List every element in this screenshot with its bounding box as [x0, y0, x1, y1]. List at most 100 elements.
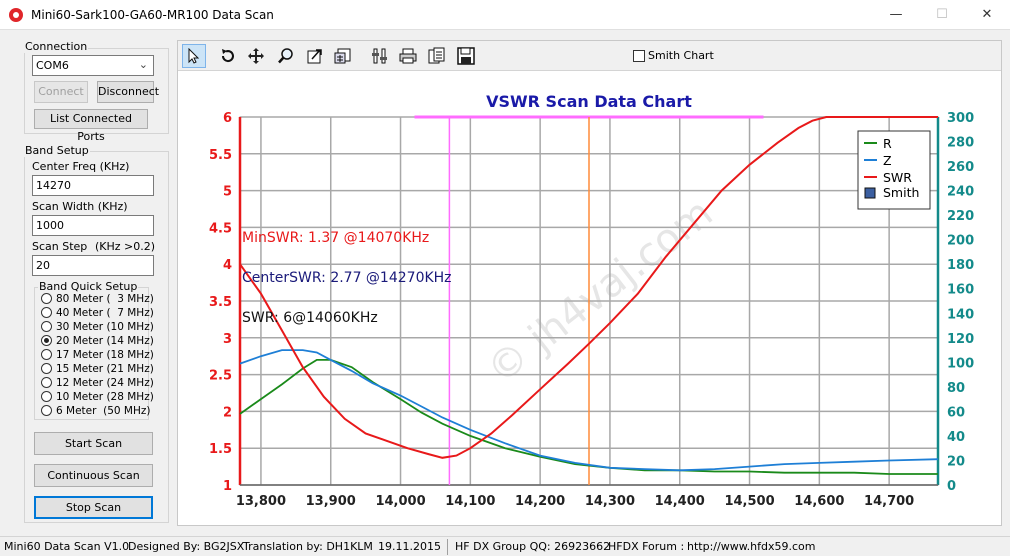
radio-button[interactable] — [41, 377, 52, 388]
save-icon[interactable] — [454, 44, 478, 68]
center-freq-input[interactable]: 14270 — [32, 175, 154, 196]
y-left-tick-label: 4 — [223, 258, 232, 273]
chart-toolbar: Smith Chart — [178, 41, 1001, 71]
y-right-tick-label: 200 — [947, 234, 974, 249]
copy-icon[interactable] — [425, 44, 449, 68]
band-radio-2[interactable]: 30 Meter (10 MHz) — [41, 320, 154, 333]
band-radio-5[interactable]: 15 Meter (21 MHz) — [41, 362, 154, 375]
radio-button[interactable] — [41, 321, 52, 332]
smith-chart-checkbox-box[interactable] — [633, 49, 645, 62]
y-left-tick-label: 1.5 — [209, 442, 232, 457]
band-radio-6[interactable]: 12 Meter (24 MHz) — [41, 376, 154, 389]
radio-button[interactable] — [41, 391, 52, 402]
band-radio-label: 30 Meter (10 MHz) — [56, 320, 154, 333]
band-radio-8[interactable]: 6 Meter (50 MHz) — [41, 404, 150, 417]
print-icon[interactable] — [396, 44, 420, 68]
status-url[interactable]: http://www.hfdx59.com — [687, 540, 816, 553]
status-translation: Translation by: DH1KLM — [243, 540, 373, 553]
status-forum: HFDX Forum : — [608, 540, 685, 553]
band-radio-label: 80 Meter ( 3 MHz) — [56, 292, 154, 305]
radio-button[interactable] — [41, 307, 52, 318]
y-left-tick-label: 5 — [223, 185, 232, 200]
stop-scan-button[interactable]: Stop Scan — [34, 496, 153, 519]
chart-legend: RZ SWRSmith — [857, 130, 931, 210]
y-right-tick-label: 160 — [947, 283, 974, 298]
scan-width-label: Scan Width (KHz) — [32, 200, 128, 213]
annotation-text: CenterSWR: 2.77 @14270KHz — [242, 270, 452, 286]
x-tick-label: 13,800 — [236, 494, 286, 509]
undo-icon[interactable] — [216, 44, 240, 68]
continuous-scan-button[interactable]: Continuous Scan — [34, 464, 153, 487]
minimize-button[interactable]: — — [873, 0, 919, 30]
y-right-tick-label: 180 — [947, 258, 974, 273]
scan-step-label: Scan Step — [32, 240, 88, 253]
x-tick-label: 14,700 — [864, 494, 914, 509]
connection-group-label: Connection — [24, 40, 89, 53]
annotation-text: MinSWR: 1.37 @14070KHz — [242, 230, 429, 246]
x-tick-label: 13,900 — [306, 494, 356, 509]
legend-label-smith: Smith — [883, 185, 919, 200]
move-icon[interactable] — [244, 44, 268, 68]
disconnect-button[interactable]: Disconnect — [97, 81, 159, 103]
radio-button[interactable] — [41, 349, 52, 360]
y-right-tick-label: 80 — [947, 381, 965, 396]
x-tick-label: 14,400 — [655, 494, 705, 509]
y-left-tick-label: 4.5 — [209, 221, 232, 236]
y-right-tick-label: 60 — [947, 405, 965, 420]
pointer-icon[interactable] — [182, 44, 206, 68]
band-radio-4[interactable]: 17 Meter (18 MHz) — [41, 348, 154, 361]
x-tick-label: 14,600 — [794, 494, 844, 509]
band-radio-label: 40 Meter ( 7 MHz) — [56, 306, 154, 319]
y-right-tick-label: 140 — [947, 307, 974, 322]
band-radio-1[interactable]: 40 Meter ( 7 MHz) — [41, 306, 154, 319]
maximize-button[interactable]: ☐ — [919, 0, 965, 30]
settings-icon[interactable] — [368, 44, 392, 68]
y-right-tick-label: 240 — [947, 185, 974, 200]
scan-width-input[interactable]: 1000 — [32, 215, 154, 236]
x-tick-label: 14,300 — [585, 494, 635, 509]
legend-smith-swatch — [864, 187, 876, 199]
x-tick-label: 14,100 — [445, 494, 495, 509]
band-radio-label: 6 Meter (50 MHz) — [56, 404, 151, 417]
band-radio-3[interactable]: 20 Meter (14 MHz) — [41, 334, 154, 347]
grid-icon[interactable] — [331, 44, 355, 68]
center-freq-label: Center Freq (KHz) — [32, 160, 130, 173]
smith-chart-checkbox[interactable]: Smith Chart — [633, 49, 714, 62]
close-button[interactable]: ✕ — [964, 0, 1010, 30]
com-port-select[interactable]: COM6 ⌄ — [32, 55, 154, 76]
chart-panel: Smith Chart VSWR Scan Data Chart © jh4vaj… — [177, 40, 1002, 526]
y-right-tick-label: 40 — [947, 430, 965, 445]
list-ports-button[interactable]: List Connected Ports — [34, 109, 148, 143]
annotation-text: SWR: 6@14060KHz — [242, 310, 378, 326]
radio-button[interactable] — [41, 363, 52, 374]
scan-step-input[interactable]: 20 — [32, 255, 154, 276]
radio-button[interactable] — [41, 405, 52, 416]
vswr-chart[interactable]: VSWR Scan Data Chart© jh4vaj.com13,800 13… — [178, 72, 1001, 526]
scan-step-hint: (KHz >0.2) — [95, 240, 156, 253]
zoom-icon[interactable] — [274, 44, 298, 68]
radio-button[interactable] — [41, 293, 52, 304]
chevron-down-icon: ⌄ — [138, 58, 148, 71]
radio-button[interactable] — [41, 335, 52, 346]
y-left-tick-label: 5.5 — [209, 148, 232, 163]
status-bar: Mini60 Data Scan V1.0 Designed By: BG2JS… — [0, 536, 1010, 556]
chart-title: VSWR Scan Data Chart — [486, 92, 692, 111]
y-left-tick-label: 1 — [223, 479, 232, 494]
title-bar: Mini60-Sark100-GA60-MR100 Data Scan — ☐ … — [0, 0, 1010, 30]
band-radio-7[interactable]: 10 Meter (28 MHz) — [41, 390, 154, 403]
band-radio-0[interactable]: 80 Meter ( 3 MHz) — [41, 292, 154, 305]
band-radio-label: 15 Meter (21 MHz) — [56, 362, 154, 375]
y-left-tick-label: 3 — [223, 332, 232, 347]
y-left-tick-label: 2 — [223, 405, 232, 420]
legend-label: R — [883, 136, 892, 151]
smith-chart-label: Smith Chart — [648, 49, 714, 62]
status-group: HF DX Group QQ: 26923662 — [455, 540, 611, 553]
export-icon[interactable] — [303, 44, 327, 68]
start-scan-button[interactable]: Start Scan — [34, 432, 153, 455]
status-divider — [447, 539, 448, 555]
y-right-tick-label: 20 — [947, 454, 965, 469]
connect-button[interactable]: Connect — [34, 81, 88, 103]
y-right-tick-label: 300 — [947, 111, 974, 126]
band-radio-label: 10 Meter (28 MHz) — [56, 390, 154, 403]
legend-label: SWR — [883, 170, 912, 185]
